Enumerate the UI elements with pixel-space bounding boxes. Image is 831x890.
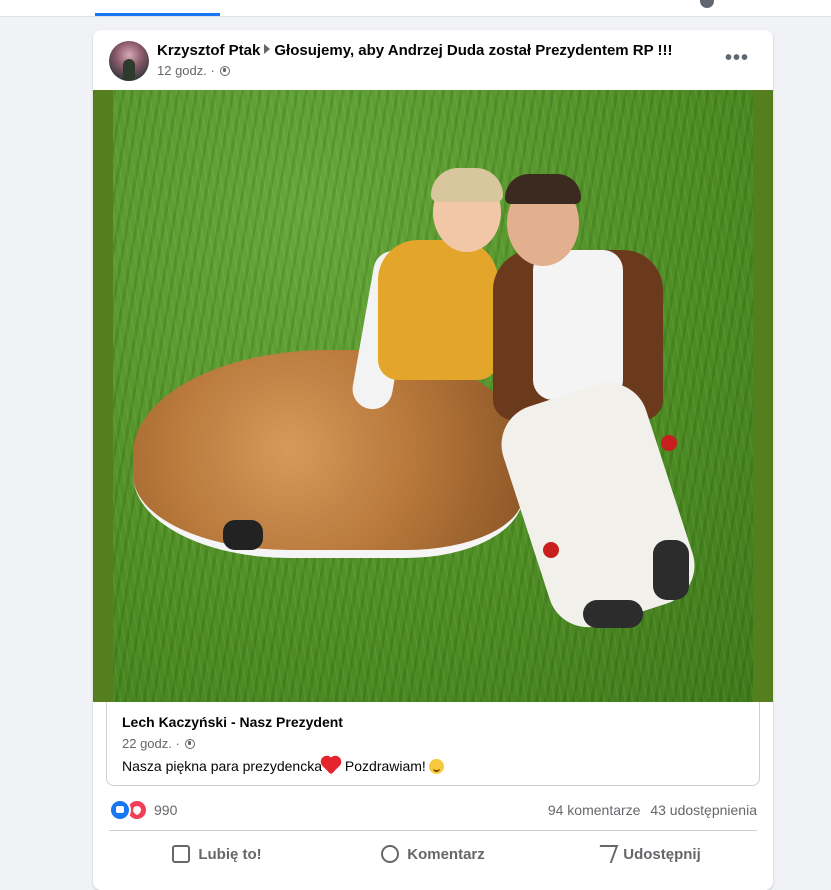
group-name[interactable]: Głosujemy, aby Andrzej Duda został Prezy… bbox=[274, 42, 672, 59]
share-button-label: Udostępnij bbox=[623, 845, 701, 863]
comment-bubble-icon bbox=[381, 845, 400, 863]
author-name[interactable]: Krzysztof Ptak bbox=[157, 42, 260, 59]
share-button[interactable]: Udostępnij bbox=[541, 836, 757, 872]
post-meta: 12 godz. · bbox=[157, 63, 231, 78]
author-avatar[interactable] bbox=[109, 41, 149, 81]
like-button-label: Lubię to! bbox=[198, 845, 262, 863]
red-heart-icon bbox=[322, 757, 340, 775]
like-reaction-icon bbox=[109, 799, 131, 821]
engagement-stats: 94 komentarze 43 udostępnienia bbox=[548, 802, 757, 818]
globe-icon bbox=[185, 739, 196, 749]
reactions-summary[interactable]: 990 bbox=[109, 799, 178, 821]
shared-post-box[interactable]: Lech Kaczyński - Nasz Prezydent 22 godz.… bbox=[106, 702, 760, 786]
thumbs-up-icon bbox=[172, 845, 191, 863]
post-photo[interactable] bbox=[93, 90, 773, 702]
post-actions-bar: Lubię to! Komentarz Udostępnij bbox=[109, 836, 757, 872]
active-tab-indicator bbox=[95, 13, 220, 16]
photo-skirt bbox=[133, 350, 523, 558]
top-navigation-bar bbox=[0, 0, 831, 17]
photo-man-shirt bbox=[533, 250, 623, 400]
more-options-button[interactable]: ••• bbox=[725, 48, 749, 68]
caret-right-icon bbox=[264, 44, 271, 54]
actions-divider bbox=[109, 830, 757, 831]
shared-text-start: Nasza piękna para prezydencka bbox=[122, 758, 323, 774]
globe-icon bbox=[220, 66, 231, 76]
smiley-emoji-icon bbox=[428, 759, 444, 774]
reaction-count: 990 bbox=[154, 802, 178, 818]
photo-shoe bbox=[223, 520, 263, 550]
photo-shoe bbox=[653, 540, 689, 600]
comments-count-link[interactable]: 94 komentarze bbox=[548, 802, 641, 818]
comment-button[interactable]: Komentarz bbox=[325, 836, 541, 872]
shared-post-text: Nasza piękna para prezydencka Pozdrawiam… bbox=[122, 757, 444, 775]
like-button[interactable]: Lubię to! bbox=[109, 836, 325, 872]
photo-pompom bbox=[543, 542, 559, 558]
shares-count-link[interactable]: 43 udostępnienia bbox=[650, 802, 757, 818]
shared-page-name[interactable]: Lech Kaczyński - Nasz Prezydent bbox=[122, 714, 343, 730]
photo-woman-hair bbox=[431, 168, 503, 202]
shared-text-end: Pozdrawiam! bbox=[341, 758, 426, 774]
photo-shoe bbox=[583, 600, 643, 628]
shared-post-meta: 22 godz. · bbox=[122, 736, 196, 751]
feed-post: Krzysztof Ptak Głosujemy, aby Andrzej Dud… bbox=[93, 30, 773, 890]
post-header: Krzysztof Ptak Głosujemy, aby Andrzej Dud… bbox=[157, 42, 673, 59]
comment-button-label: Komentarz bbox=[407, 845, 485, 863]
photo-man-hair bbox=[505, 174, 581, 204]
post-timestamp[interactable]: 12 godz. · bbox=[157, 63, 215, 78]
notifications-icon[interactable] bbox=[700, 0, 714, 8]
photo-woman-vest bbox=[378, 240, 498, 380]
photo-pompom bbox=[661, 435, 677, 451]
avatar-figure bbox=[123, 59, 135, 81]
share-arrow-icon bbox=[593, 845, 619, 863]
shared-post-timestamp[interactable]: 22 godz. · bbox=[122, 736, 180, 751]
